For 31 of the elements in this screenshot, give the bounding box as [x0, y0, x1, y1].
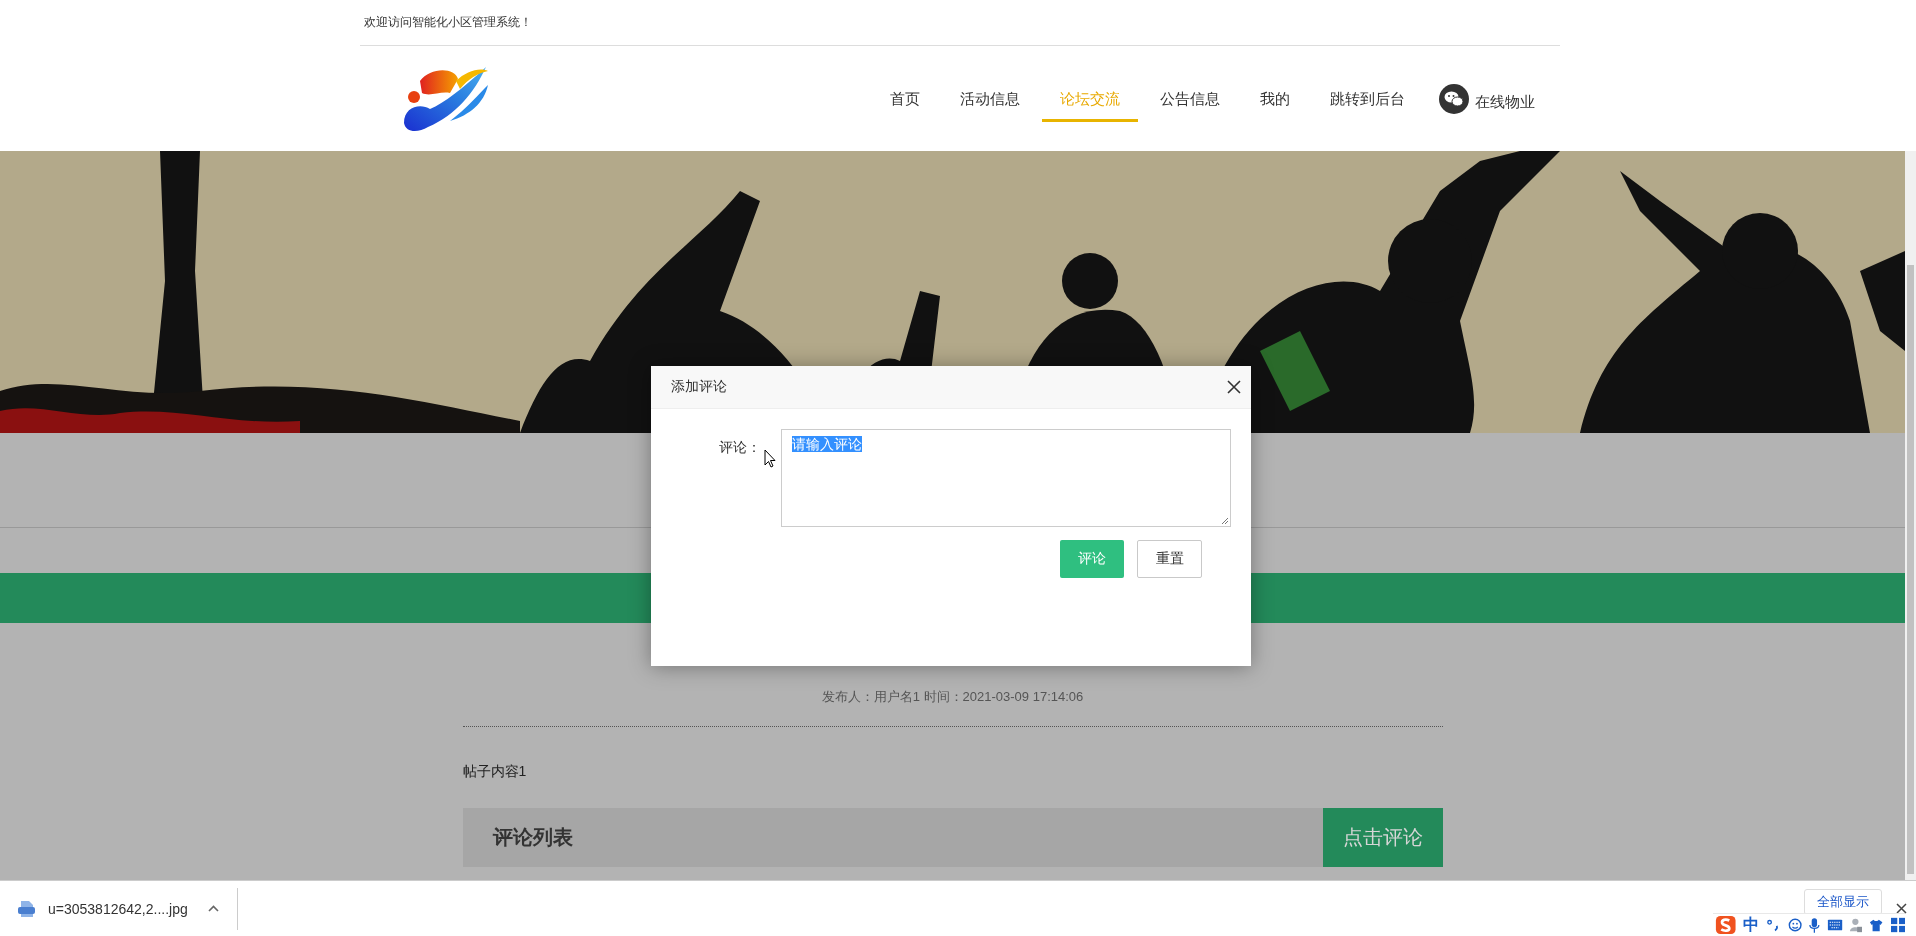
post-content: 帖子内容1 [462, 763, 528, 781]
field-label: 评论： [718, 438, 761, 457]
user-icon[interactable] [1849, 917, 1863, 933]
show-all-button[interactable]: 全部显示 [1804, 889, 1882, 915]
dialog-title: 添加评论 [671, 378, 727, 396]
shirt-icon[interactable] [1869, 917, 1884, 933]
grid-icon[interactable] [1890, 917, 1905, 933]
chat-icon[interactable] [1439, 83, 1469, 114]
nav-link[interactable]: 公告信息 [1142, 75, 1238, 122]
resize-handle-icon[interactable] [1221, 517, 1229, 525]
online-service-link[interactable]: 在线物业 [1475, 85, 1535, 112]
welcome-text: 欢迎访问智能化小区管理系统！ [364, 14, 532, 31]
file-name[interactable]: u=3053812642,2....jpg [48, 900, 188, 917]
input-mode-text[interactable]: 中 [1743, 914, 1760, 936]
punctuation-icon[interactable] [1766, 917, 1781, 933]
close-icon[interactable] [1896, 903, 1907, 914]
nav-link[interactable]: 跳转到后台 [1312, 75, 1423, 122]
cursor-icon [764, 449, 776, 468]
comments-heading: 评论列表 [492, 825, 573, 850]
nav-link[interactable]: 首页 [872, 75, 938, 122]
reset-button[interactable]: 重置 [1137, 540, 1202, 578]
input-method-icon[interactable] [1715, 914, 1737, 936]
emoji-icon[interactable] [1787, 917, 1803, 933]
caret-icon[interactable] [207, 905, 219, 912]
post-meta: 发布人：用户名1 时间：2021-03-09 17:14:06 [820, 688, 1085, 706]
keyboard-icon[interactable] [1826, 918, 1843, 932]
nav-link[interactable]: 活动信息 [942, 75, 1038, 122]
microphone-icon[interactable] [1809, 916, 1820, 934]
close-icon[interactable] [1227, 380, 1241, 394]
nav-link[interactable]: 我的 [1242, 75, 1308, 122]
scrollbar[interactable] [1905, 151, 1916, 880]
